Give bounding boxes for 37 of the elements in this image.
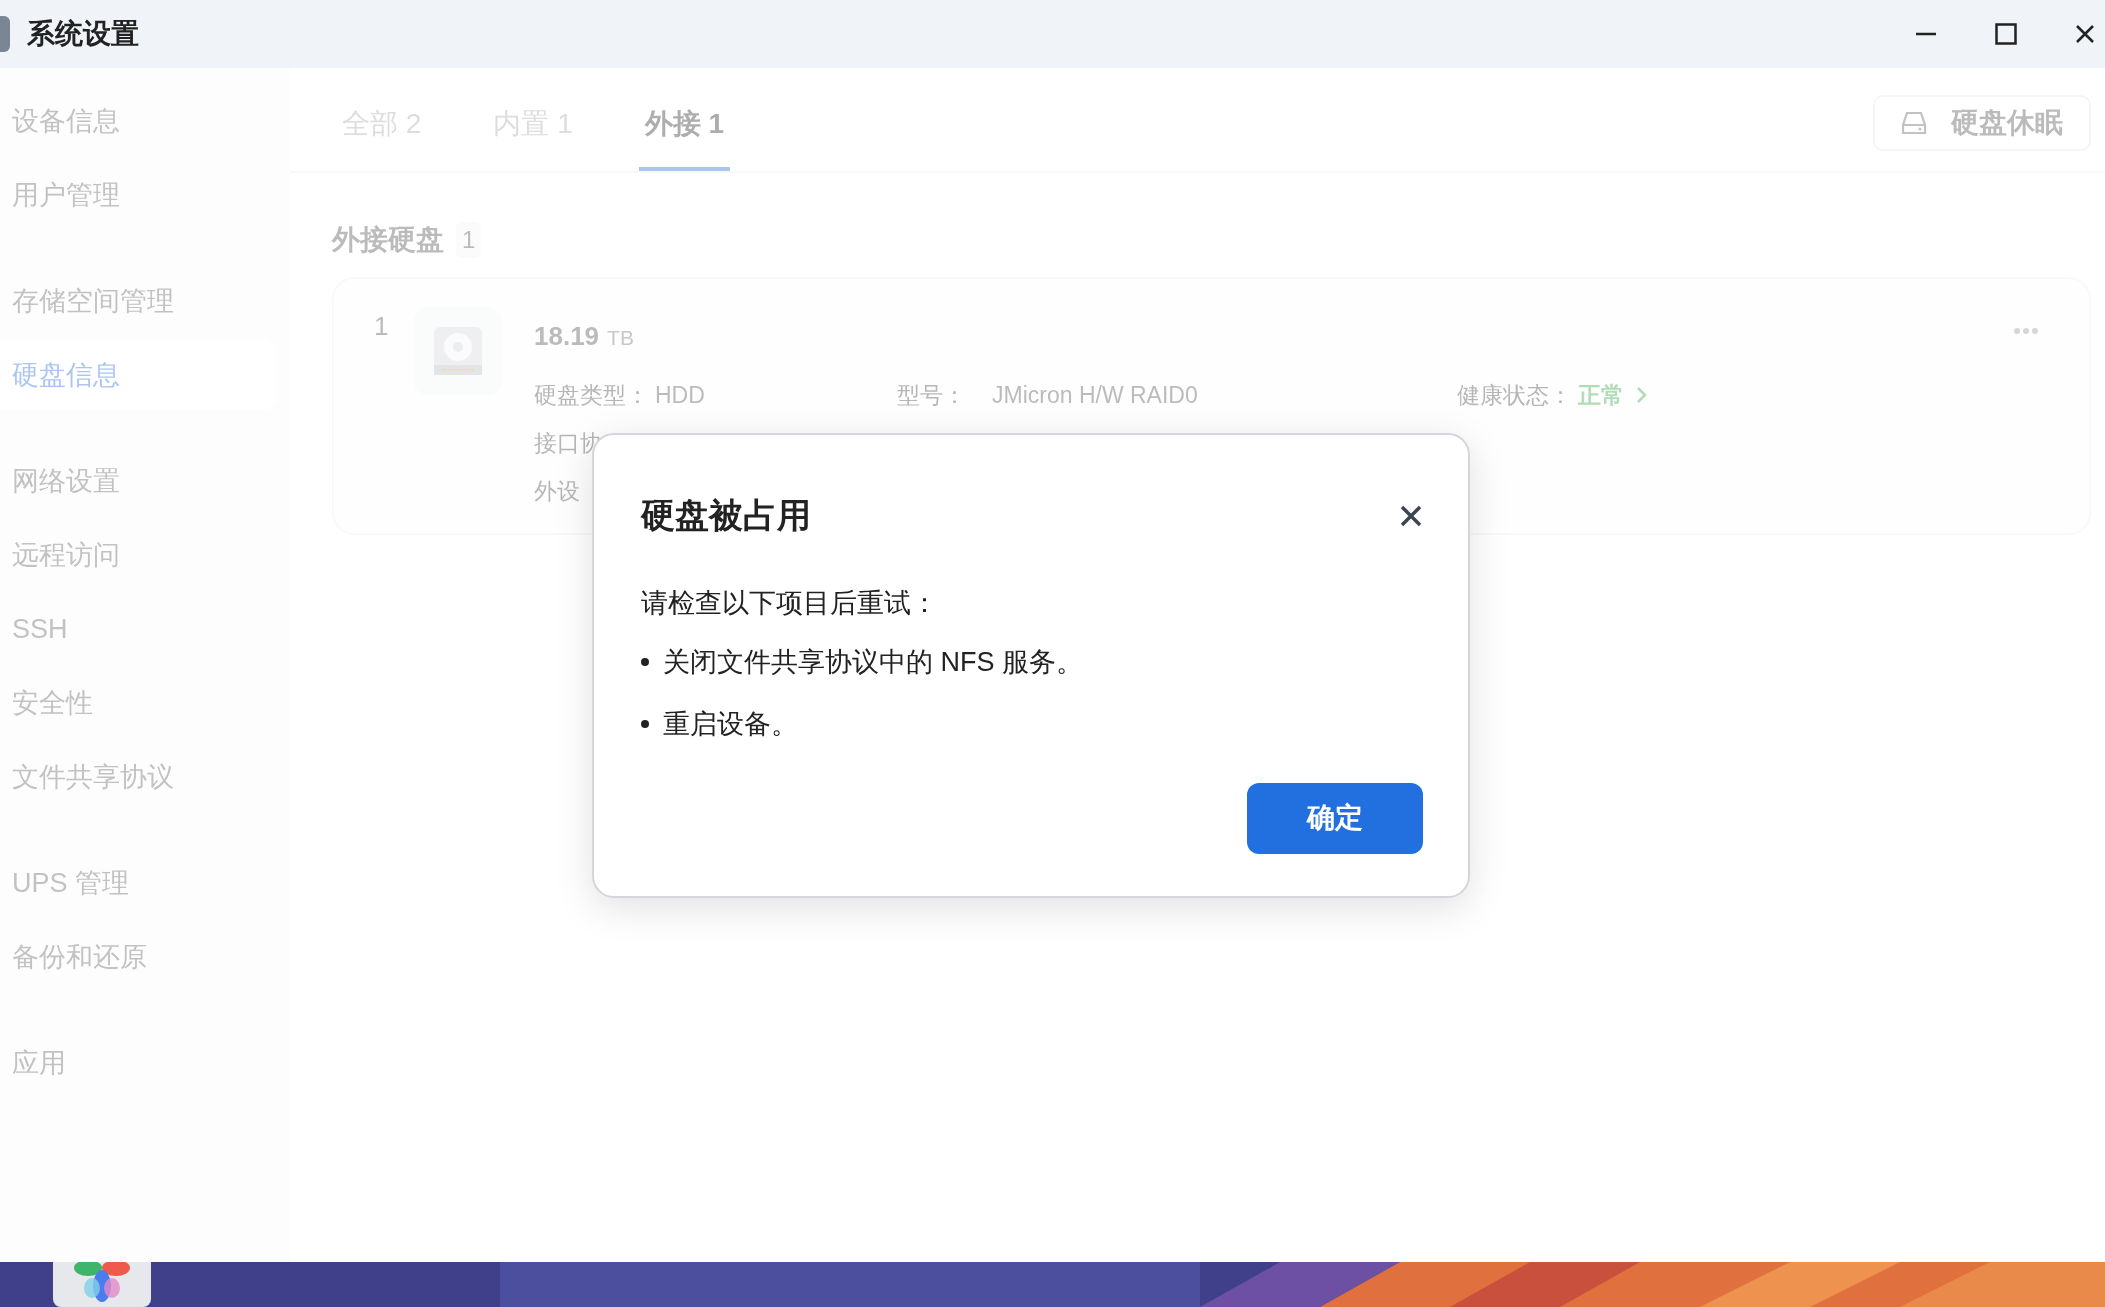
checklist-item: 重启设备。 <box>663 708 798 741</box>
field-value: HDD <box>655 380 705 410</box>
disk-sleep-button[interactable]: 硬盘休眠 <box>1873 95 2091 151</box>
field-value: JMicron H/W RAID0 <box>992 380 1198 410</box>
field-label: 健康状态： <box>1457 380 1573 410</box>
dialog-title: 硬盘被占用 <box>641 495 811 536</box>
field-label: 外设 <box>534 476 581 506</box>
sidebar-item[interactable]: 用户管理 <box>0 160 276 230</box>
dock-app-icon[interactable] <box>53 1262 151 1307</box>
count-badge: 1 <box>456 222 482 258</box>
disk-index: 1 <box>374 310 390 343</box>
sidebar-item[interactable]: SSH <box>0 594 276 664</box>
window-title: 系统设置 <box>27 17 139 51</box>
close-icon[interactable] <box>1399 503 1423 528</box>
checklist-item: 关闭文件共享协议中的 NFS 服务。 <box>663 645 1083 679</box>
sidebar-item[interactable]: 安全性 <box>0 668 276 738</box>
tab[interactable]: 外接 1 <box>638 103 731 171</box>
hard-drive-icon <box>414 307 502 395</box>
close-icon[interactable] <box>2075 24 2095 44</box>
sidebar-item[interactable]: 远程访问 <box>0 520 276 590</box>
confirm-button[interactable]: 确定 <box>1247 782 1423 854</box>
sidebar-item[interactable]: 存储空间管理 <box>0 266 276 336</box>
sidebar-item[interactable]: 网络设置 <box>0 446 276 516</box>
health-status: 正常 <box>1578 380 1624 410</box>
sidebar-item[interactable]: 文件共享协议 <box>0 742 276 812</box>
sidebar-item[interactable]: 备份和还原 <box>0 922 276 992</box>
field-label: 型号： <box>897 380 967 410</box>
dialog-message: 请检查以下项目后重试： <box>641 587 939 620</box>
sidebar-item[interactable]: 设备信息 <box>0 86 276 156</box>
app-icon <box>0 16 10 52</box>
disk-icon <box>1901 110 1927 136</box>
field-label: 硬盘类型： <box>534 380 650 410</box>
sidebar-item[interactable]: UPS 管理 <box>0 848 276 918</box>
section-title: 外接硬盘 <box>332 223 444 257</box>
maximize-icon[interactable] <box>1995 23 2017 45</box>
disk-capacity: 18.19 <box>534 320 600 353</box>
sidebar-item[interactable]: 应用 <box>0 1028 276 1098</box>
